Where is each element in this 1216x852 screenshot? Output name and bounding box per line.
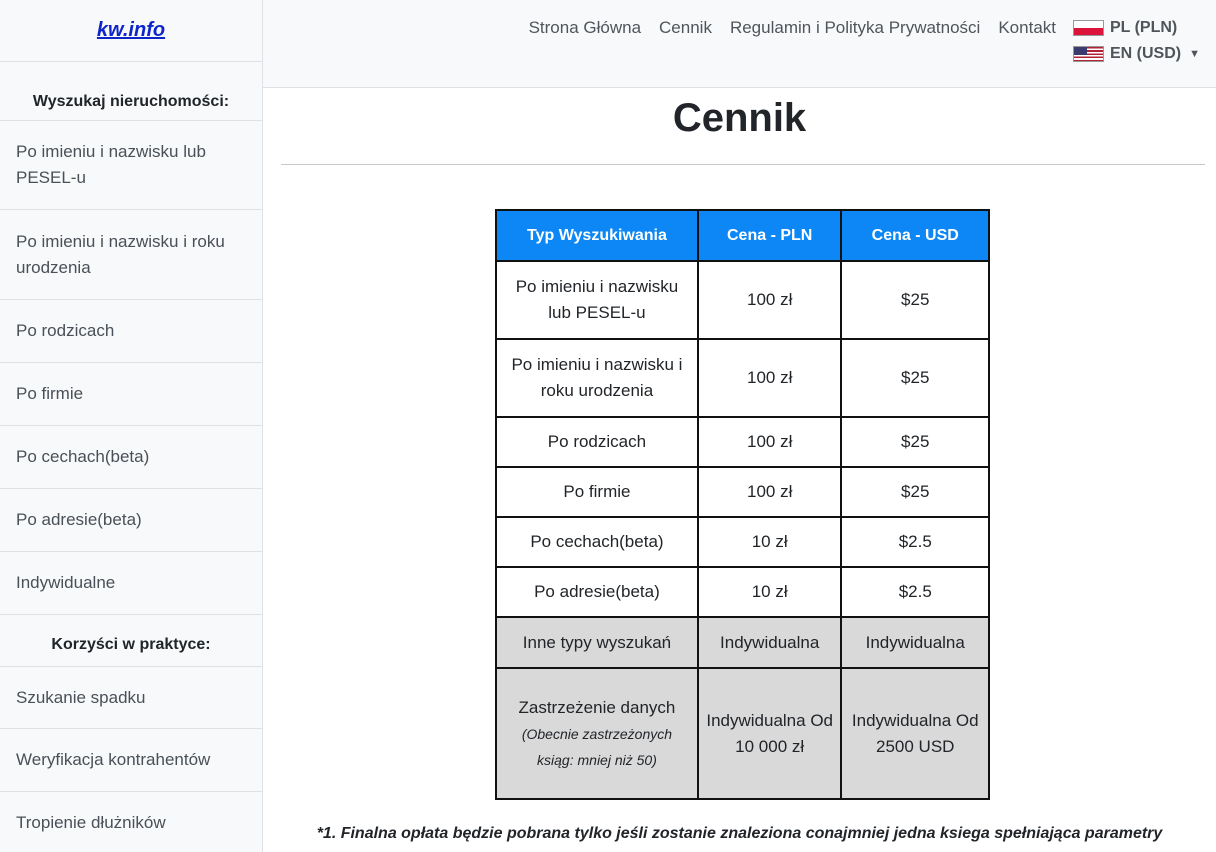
cell-pln: 100 zł — [696, 466, 843, 518]
cell-type-note: (Obecnie zastrzeżonych ksiąg: mniej niż … — [521, 725, 673, 768]
sidebar-item-features[interactable]: Po cechach(beta) — [0, 426, 262, 489]
brand-area: kw.info — [0, 0, 262, 62]
benefits-menu: Szukanie spadku Weryfikacja kontrahentów… — [0, 666, 262, 852]
nav-link-terms[interactable]: Regulamin i Polityka Prywatności — [730, 18, 980, 38]
cell-pln: 10 zł — [696, 566, 843, 618]
header-price-usd: Cena - USD — [840, 209, 990, 262]
cell-pln: 100 zł — [696, 338, 843, 418]
caret-down-icon: ▼ — [1189, 48, 1200, 60]
cell-type-label: Zastrzeżenie danych — [518, 697, 676, 717]
sidebar-item-address[interactable]: Po adresie(beta) — [0, 489, 262, 552]
cell-pln: 100 zł — [696, 260, 843, 340]
search-heading: Wyszukaj nieruchomości: — [32, 93, 230, 110]
table-row: Po imieniu i nazwisku lub PESEL-u 100 zł… — [495, 260, 990, 340]
table-header-row: Typ Wyszukiwania Cena - PLN Cena - USD — [495, 209, 990, 262]
cell-pln: 100 zł — [696, 416, 843, 468]
cell-usd: $25 — [840, 260, 990, 340]
sidebar-item-individual[interactable]: Indywidualne — [0, 552, 262, 615]
cell-usd: Indywidualna Od 2500 USD — [840, 667, 990, 800]
cell-usd: $25 — [840, 416, 990, 468]
table-row: Inne typy wyszukań Indywidualna Indywidu… — [495, 616, 990, 669]
sidebar-item-name-pesel[interactable]: Po imieniu i nazwisku lub PESEL-u — [0, 120, 262, 210]
table-row: Po rodzicach 100 zł $25 — [495, 416, 990, 468]
cell-pln: 10 zł — [696, 516, 843, 568]
language-dropdown-en[interactable]: EN (USD) ▼ — [1073, 45, 1200, 63]
main-content: Cennik Typ Wyszukiwania Cena - PLN Cena … — [263, 88, 1216, 852]
brand-logo-link[interactable]: kw.info — [97, 19, 165, 42]
sidebar-item-parents[interactable]: Po rodzicach — [0, 300, 262, 363]
title-divider — [281, 164, 1205, 165]
table-row: Po imieniu i nazwisku i roku urodzenia 1… — [495, 338, 990, 418]
language-en-label: EN (USD) — [1110, 45, 1182, 62]
header-price-pln: Cena - PLN — [696, 209, 843, 262]
cell-usd: $2.5 — [840, 516, 990, 568]
cell-type: Po cechach(beta) — [495, 516, 699, 568]
table-row: Zastrzeżenie danych (Obecnie zastrzeżony… — [495, 667, 990, 800]
top-navbar: Strona Główna Cennik Regulamin i Polityk… — [263, 0, 1216, 88]
cell-type: Po imieniu i nazwisku i roku urodzenia — [495, 338, 699, 418]
page-title: Cennik — [672, 96, 807, 140]
poland-flag-icon — [1073, 20, 1104, 36]
language-pl-label: PL (PLN) — [1110, 19, 1178, 36]
footnote: *1. Finalna opłata będzie pobrana tylko … — [316, 825, 1163, 842]
cell-pln: Indywidualna — [696, 616, 843, 669]
cell-usd: $25 — [840, 338, 990, 418]
table-row: Po cechach(beta) 10 zł $2.5 — [495, 516, 990, 568]
nav-link-contact[interactable]: Kontakt — [998, 18, 1056, 38]
cell-usd: $25 — [840, 466, 990, 518]
cell-type: Zastrzeżenie danych (Obecnie zastrzeżony… — [495, 667, 699, 800]
benefits-heading: Korzyści w praktyce: — [51, 636, 211, 653]
search-menu: Po imieniu i nazwisku lub PESEL-u Po imi… — [0, 120, 262, 615]
sidebar-item-inheritance[interactable]: Szukanie spadku — [0, 666, 262, 729]
sidebar-item-contractors[interactable]: Weryfikacja kontrahentów — [0, 729, 262, 792]
cell-type: Po imieniu i nazwisku lub PESEL-u — [495, 260, 699, 340]
cell-type: Po firmie — [495, 466, 699, 518]
sidebar: kw.info Wyszukaj nieruchomości: Po imien… — [0, 0, 263, 852]
pricing-table: Typ Wyszukiwania Cena - PLN Cena - USD P… — [495, 209, 990, 800]
cell-pln: Indywidualna Od 10 000 zł — [696, 667, 843, 800]
usa-flag-icon — [1073, 46, 1104, 62]
cell-usd: $2.5 — [840, 566, 990, 618]
language-option-pl[interactable]: PL (PLN) — [1073, 19, 1177, 37]
cell-type: Po adresie(beta) — [495, 566, 699, 618]
cell-type: Po rodzicach — [495, 416, 699, 468]
table-row: Po adresie(beta) 10 zł $2.5 — [495, 566, 990, 618]
sidebar-item-debtors[interactable]: Tropienie dłużników — [0, 792, 262, 852]
nav-link-pricing[interactable]: Cennik — [659, 18, 712, 38]
sidebar-item-name-birth-year[interactable]: Po imieniu i nazwisku i roku urodzenia — [0, 210, 262, 300]
sidebar-item-company[interactable]: Po firmie — [0, 363, 262, 426]
table-row: Po firmie 100 zł $25 — [495, 466, 990, 518]
cell-usd: Indywidualna — [840, 616, 990, 669]
nav-links: Strona Główna Cennik Regulamin i Polityk… — [529, 18, 1056, 38]
nav-link-home[interactable]: Strona Główna — [529, 18, 641, 38]
cell-type: Inne typy wyszukań — [495, 616, 699, 669]
header-search-type: Typ Wyszukiwania — [495, 209, 699, 262]
